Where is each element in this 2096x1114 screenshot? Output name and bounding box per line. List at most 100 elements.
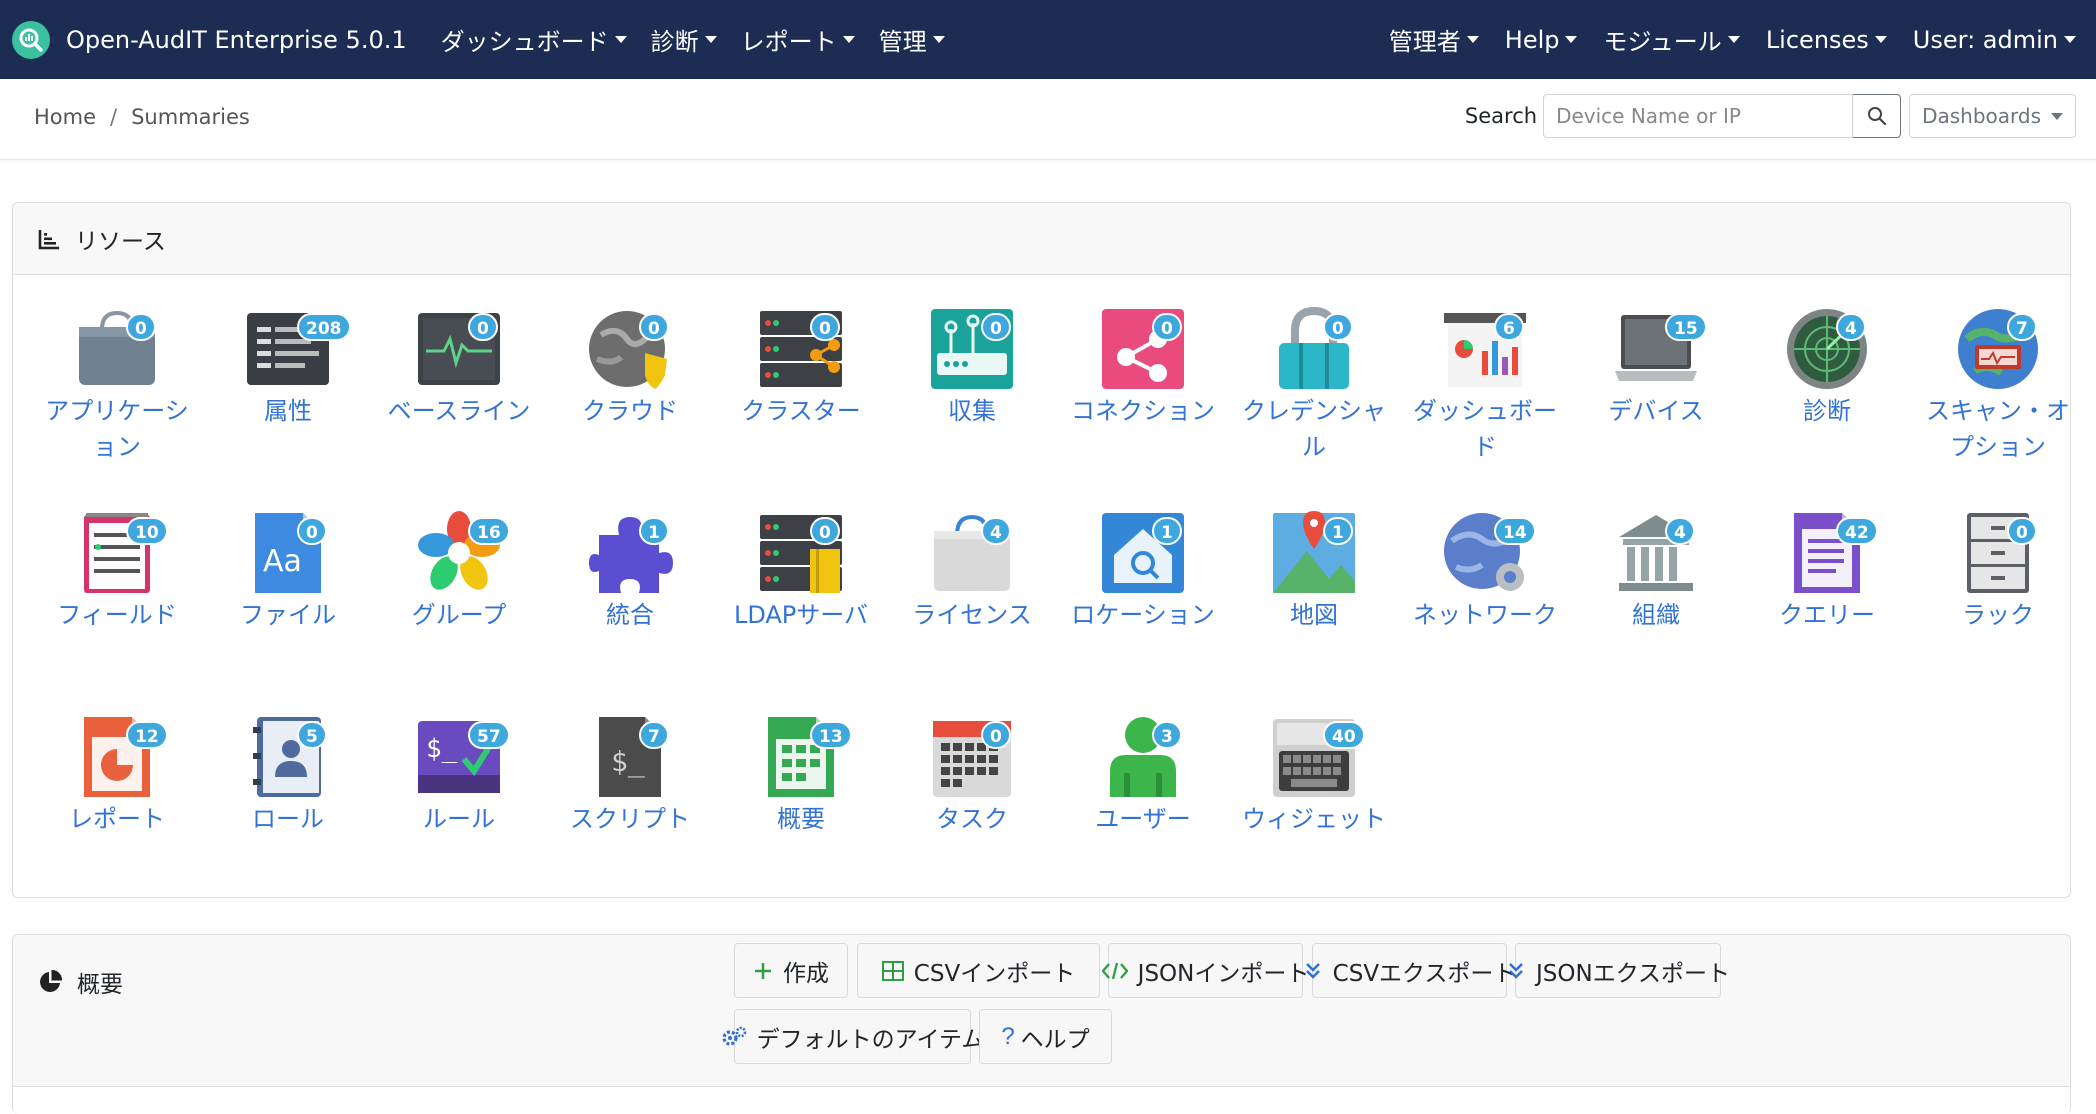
- resource-label[interactable]: 概要: [721, 801, 881, 837]
- resource-label[interactable]: クレデンシャル: [1234, 393, 1394, 465]
- resource-label[interactable]: クエリー: [1747, 597, 1907, 633]
- menu-help[interactable]: Help: [1505, 26, 1578, 54]
- resource-label[interactable]: クラスター: [721, 393, 881, 429]
- menu-dashboard[interactable]: ダッシュボード: [441, 22, 627, 57]
- resource-tile-dashboards[interactable]: 6 ダッシュボード: [1405, 305, 1565, 465]
- resource-tile-discoveries[interactable]: 4 診断: [1747, 305, 1907, 429]
- resource-tile-roles[interactable]: 5 ロール: [208, 713, 368, 837]
- resource-tile-applications[interactable]: 0 アプリケーション: [37, 305, 197, 465]
- resource-tile-networks[interactable]: 14 ネットワーク: [1405, 509, 1565, 633]
- search-label: Search: [1464, 104, 1538, 128]
- count-badge: 16: [468, 517, 510, 545]
- resource-tile-users[interactable]: 3 ユーザー: [1063, 713, 1223, 837]
- puzzle-icon: 1: [587, 509, 673, 595]
- resource-label[interactable]: ダッシュボード: [1405, 393, 1565, 465]
- count-badge: 0: [981, 313, 1011, 341]
- resource-label[interactable]: ベースライン: [379, 393, 539, 429]
- resource-label[interactable]: 診断: [1747, 393, 1907, 429]
- resource-label[interactable]: アプリケーション: [37, 393, 197, 465]
- resource-tile-discovery-scan-options[interactable]: 7 スキャン・オプション: [1918, 305, 2078, 465]
- resource-label[interactable]: スキャン・オプション: [1918, 393, 2078, 465]
- help-button[interactable]: ? ヘルプ: [979, 1009, 1112, 1064]
- document-icon: 42: [1784, 509, 1878, 595]
- menu-licenses[interactable]: Licenses: [1766, 26, 1887, 54]
- resource-label[interactable]: LDAPサーバ: [721, 597, 881, 633]
- resource-tile-licenses[interactable]: 4 ライセンス: [892, 509, 1052, 633]
- resource-tile-attributes[interactable]: 208 属性: [208, 305, 368, 429]
- create-button[interactable]: 作成: [734, 943, 848, 998]
- menu-modules[interactable]: モジュール: [1603, 22, 1740, 57]
- resource-tile-scripts[interactable]: $_ 7 スクリプト: [550, 713, 710, 837]
- resource-tile-credentials[interactable]: 0 クレデンシャル: [1234, 305, 1394, 465]
- resource-label[interactable]: グループ: [379, 597, 539, 633]
- resource-label[interactable]: フィールド: [37, 597, 197, 633]
- resource-tile-collectors[interactable]: 0 収集: [892, 305, 1052, 429]
- resource-label[interactable]: ラック: [1918, 597, 2078, 633]
- breadcrumb-home[interactable]: Home: [34, 105, 96, 129]
- resource-tile-locations[interactable]: 1 ロケーション: [1063, 509, 1223, 633]
- resource-label[interactable]: ウィジェット: [1234, 801, 1394, 837]
- top-navbar: Open-AudIT Enterprise 5.0.1 ダッシュボード 診断 レ…: [0, 0, 2096, 79]
- search-input[interactable]: [1543, 94, 1854, 138]
- resource-tile-widgets[interactable]: 40 ウィジェット: [1234, 713, 1394, 837]
- count-badge: 0: [639, 313, 669, 341]
- caret-down-icon: [2064, 36, 2076, 43]
- menu-reports[interactable]: レポート: [741, 22, 855, 57]
- menu-admin[interactable]: 管理者: [1389, 22, 1479, 57]
- menu-user[interactable]: User: admin: [1913, 26, 2076, 54]
- menu-user-label: User: admin: [1912, 25, 2058, 54]
- resource-tile-integrations[interactable]: 1 統合: [550, 509, 710, 633]
- resource-tile-orgs[interactable]: 4 組織: [1576, 509, 1736, 633]
- resource-label[interactable]: 地図: [1234, 597, 1394, 633]
- file-icon: Aa 0: [245, 509, 331, 595]
- resource-tile-racks[interactable]: 0 ラック: [1918, 509, 2078, 633]
- resource-label[interactable]: ロール: [208, 801, 368, 837]
- globe-scan-icon: 7: [1955, 305, 2041, 391]
- resource-label[interactable]: 属性: [208, 393, 368, 429]
- resource-label[interactable]: ライセンス: [892, 597, 1052, 633]
- csv-export-button[interactable]: CSVエクスポート: [1305, 943, 1516, 998]
- json-import-button[interactable]: JSONインポート: [1101, 943, 1309, 998]
- resource-tile-ldap-servers[interactable]: 0 LDAPサーバ: [721, 509, 881, 633]
- resource-label[interactable]: デバイス: [1576, 393, 1736, 429]
- resource-tile-fields[interactable]: 10 フィールド: [37, 509, 197, 633]
- default-items-button[interactable]: デフォルトのアイテム: [722, 1009, 984, 1064]
- pie-chart-icon: [40, 969, 63, 992]
- resource-tile-devices[interactable]: 15 デバイス: [1576, 305, 1736, 429]
- dashboards-dropdown[interactable]: Dashboards: [1909, 94, 2076, 138]
- menu-manage[interactable]: 管理: [879, 22, 945, 57]
- resource-tile-tasks[interactable]: 0 タスク: [892, 713, 1052, 837]
- resource-label[interactable]: ユーザー: [1063, 801, 1223, 837]
- resource-label[interactable]: 収集: [892, 393, 1052, 429]
- resource-tile-maps[interactable]: 1 地図: [1234, 509, 1394, 633]
- menu-discovery[interactable]: 診断: [651, 22, 717, 57]
- resource-tile-queries[interactable]: 42 クエリー: [1747, 509, 1907, 633]
- resource-tile-connections[interactable]: 0 コネクション: [1063, 305, 1223, 429]
- resource-tile-groups[interactable]: 16 グループ: [379, 509, 539, 633]
- resource-tile-files[interactable]: Aa 0 ファイル: [208, 509, 368, 633]
- json-export-button[interactable]: JSONエクスポート: [1509, 943, 1730, 998]
- resource-label[interactable]: コネクション: [1063, 393, 1223, 429]
- resource-label[interactable]: レポート: [37, 801, 197, 837]
- caret-down-icon: [2051, 112, 2063, 120]
- resource-tile-clusters[interactable]: 0 クラスター: [721, 305, 881, 429]
- resource-label[interactable]: ロケーション: [1063, 597, 1223, 633]
- count-badge: 5: [297, 721, 327, 749]
- resource-label[interactable]: クラウド: [550, 393, 710, 429]
- brand[interactable]: Open-AudIT Enterprise 5.0.1: [12, 20, 407, 59]
- resource-tile-reports[interactable]: 12 レポート: [37, 713, 197, 837]
- resource-tile-summaries[interactable]: 13 概要: [721, 713, 881, 837]
- resource-label[interactable]: ルール: [379, 801, 539, 837]
- resource-tile-baselines[interactable]: 0 ベースライン: [379, 305, 539, 429]
- resource-label[interactable]: ファイル: [208, 597, 368, 633]
- resource-label[interactable]: ネットワーク: [1405, 597, 1565, 633]
- resource-tile-rules[interactable]: $_ 57 ルール: [379, 713, 539, 837]
- count-badge: 7: [639, 721, 669, 749]
- resource-label[interactable]: タスク: [892, 801, 1052, 837]
- resource-label[interactable]: 統合: [550, 597, 710, 633]
- resource-tile-clouds[interactable]: 0 クラウド: [550, 305, 710, 429]
- search-button[interactable]: [1853, 94, 1902, 138]
- resource-label[interactable]: 組織: [1576, 597, 1736, 633]
- resource-label[interactable]: スクリプト: [550, 801, 710, 837]
- csv-import-button[interactable]: CSVインポート: [857, 943, 1100, 998]
